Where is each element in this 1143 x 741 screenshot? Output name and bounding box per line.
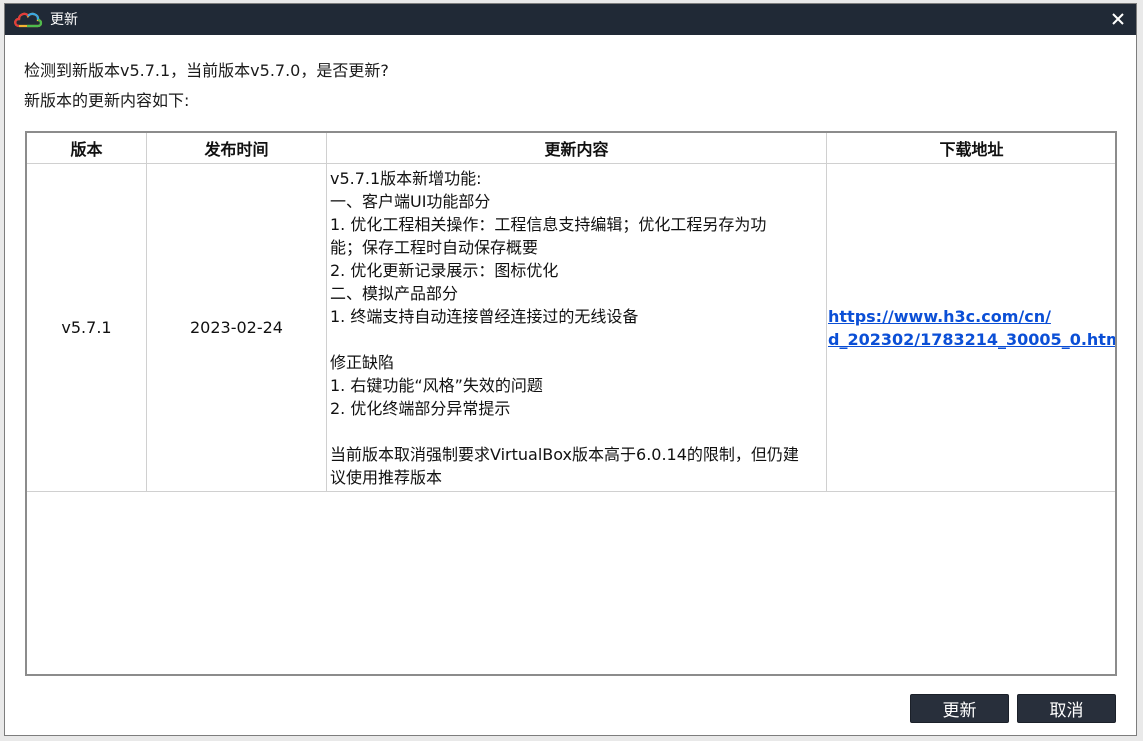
close-icon bbox=[1112, 13, 1124, 25]
content-line: 1. 优化工程相关操作：工程信息支持编辑；优化工程另存为功 bbox=[330, 215, 767, 234]
cell-version: v5.7.1 bbox=[27, 163, 147, 492]
table-header-row: 版本 发布时间 更新内容 下载地址 bbox=[27, 133, 1115, 164]
content-line: 2. 优化更新记录展示：图标优化 bbox=[330, 261, 559, 280]
close-button[interactable] bbox=[1106, 7, 1130, 31]
content-line: 二、模拟产品部分 bbox=[330, 284, 459, 303]
content-line: 议使用推荐版本 bbox=[330, 468, 443, 487]
content-line: 当前版本取消强制要求VirtualBox版本高于6.0.14的限制，但仍建 bbox=[330, 445, 799, 464]
cell-update-content: v5.7.1版本新增功能: 一、客户端UI功能部分 1. 优化工程相关操作：工程… bbox=[326, 163, 827, 492]
update-prompt: 检测到新版本v5.7.1，当前版本v5.7.0，是否更新? bbox=[24, 61, 389, 80]
header-download-url: 下载地址 bbox=[826, 133, 1115, 164]
content-line: 修正缺陷 bbox=[330, 353, 395, 372]
content-line: 1. 右键功能“风格”失效的问题 bbox=[330, 376, 543, 395]
cell-release-date: 2023-02-24 bbox=[146, 163, 327, 492]
header-update-content: 更新内容 bbox=[326, 133, 827, 164]
table-row: v5.7.1 2023-02-24 v5.7.1版本新增功能: 一、客户端UI功… bbox=[27, 163, 1117, 492]
update-button[interactable]: 更新 bbox=[910, 694, 1009, 723]
window-title: 更新 bbox=[50, 12, 78, 28]
content-line bbox=[330, 328, 823, 351]
changelog-table: 版本 发布时间 更新内容 下载地址 v5.7.1 2023-02-24 v5.7… bbox=[27, 133, 1117, 492]
download-link-line: https://www.h3c.com/cn/ bbox=[828, 306, 1051, 326]
changelog-caption: 新版本的更新内容如下: bbox=[24, 91, 190, 110]
download-link[interactable]: https://www.h3c.com/cn/ d_202302/1783214… bbox=[828, 305, 1117, 351]
cancel-button[interactable]: 取消 bbox=[1017, 694, 1116, 723]
content-line bbox=[330, 420, 823, 443]
content-line: v5.7.1版本新增功能: bbox=[330, 169, 482, 188]
update-dialog: 更新 检测到新版本v5.7.1，当前版本v5.7.0，是否更新? 新版本的更新内… bbox=[4, 3, 1137, 736]
content-line: 1. 终端支持自动连接曾经连接过的无线设备 bbox=[330, 307, 639, 326]
content-line: 2. 优化终端部分异常提示 bbox=[330, 399, 511, 418]
download-link-line: d_202302/1783214_30005_0.htm bbox=[828, 329, 1117, 349]
changelog-table-frame[interactable]: 版本 发布时间 更新内容 下载地址 v5.7.1 2023-02-24 v5.7… bbox=[25, 131, 1117, 676]
header-version: 版本 bbox=[27, 133, 147, 164]
header-release-date: 发布时间 bbox=[146, 133, 327, 164]
title-bar[interactable]: 更新 bbox=[5, 4, 1136, 35]
cloud-logo-icon bbox=[13, 11, 43, 28]
content-line: 能；保存工程时自动保存概要 bbox=[330, 238, 539, 257]
content-line: 一、客户端UI功能部分 bbox=[330, 192, 491, 211]
cell-download-url: https://www.h3c.com/cn/ d_202302/1783214… bbox=[826, 163, 1117, 492]
